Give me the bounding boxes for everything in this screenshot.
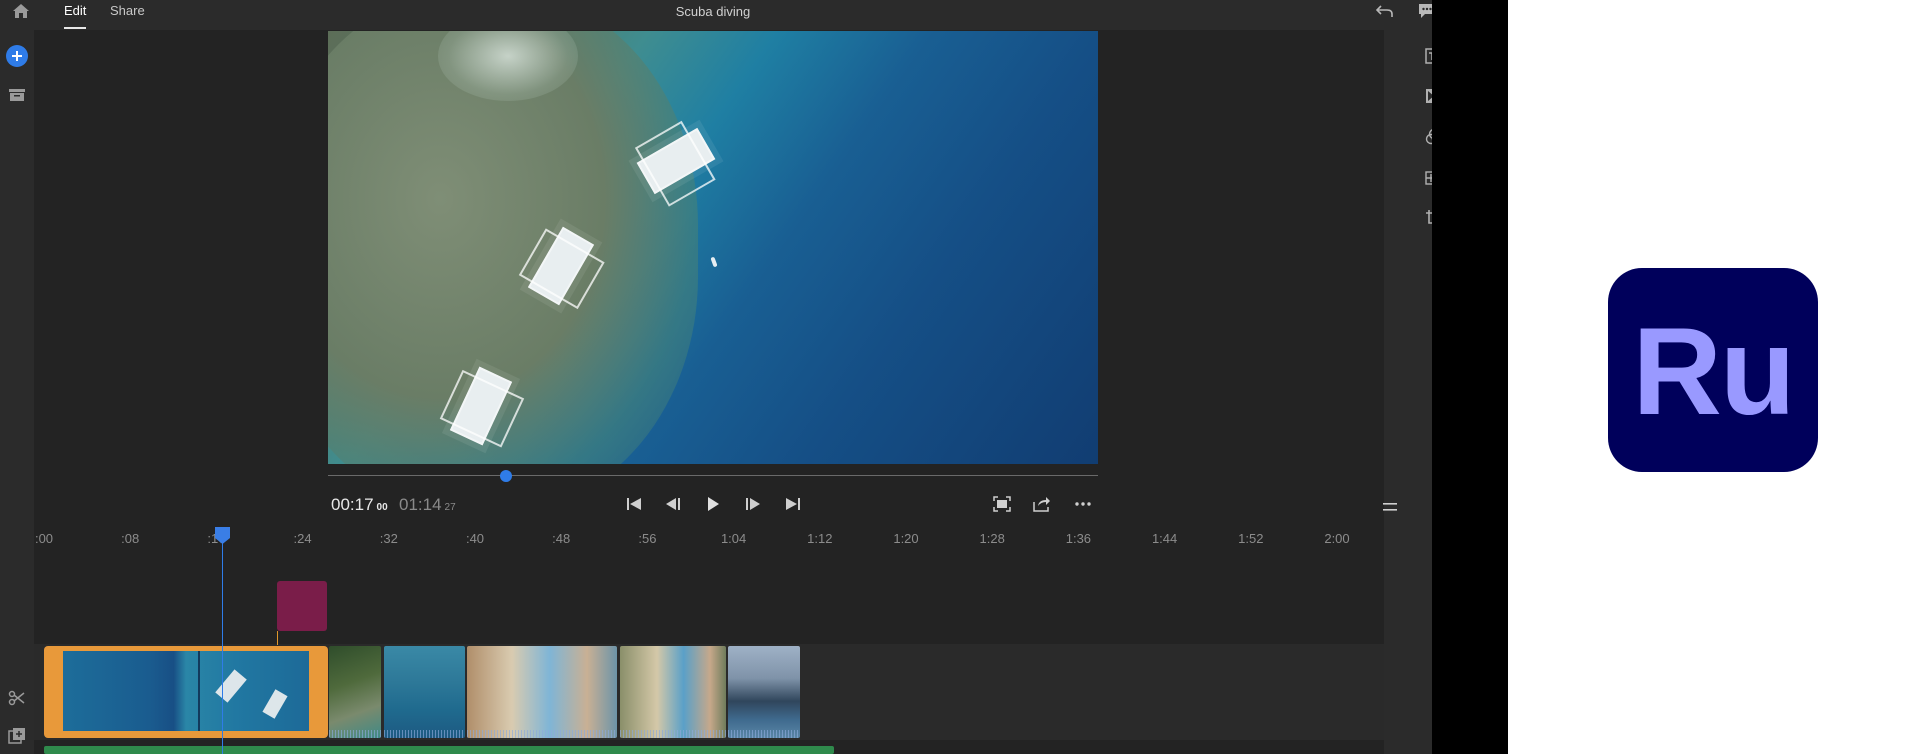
clip-waveform (728, 730, 800, 738)
transitions-icon[interactable] (1422, 86, 1432, 106)
ruler-tick-label: :00 (34, 531, 54, 546)
preview-scrubber-track[interactable] (328, 475, 1098, 476)
left-toolbar (0, 30, 34, 754)
project-title: Scuba diving (675, 4, 751, 19)
fit-to-screen-icon[interactable] (990, 494, 1014, 514)
library-icon[interactable] (7, 86, 27, 104)
app-edge (1432, 0, 1508, 754)
titles-icon[interactable] (1422, 46, 1432, 66)
clip-forest[interactable] (329, 646, 381, 738)
clip-waveform (329, 730, 381, 738)
ruler-tick-label: 1:04 (720, 531, 747, 546)
split-icon[interactable] (6, 688, 28, 708)
current-time-value: 00:17 (331, 495, 374, 514)
ruler-tick-label: :08 (121, 531, 140, 546)
ruler-tick-label: 1:12 (807, 531, 833, 546)
duration-frames: 27 (444, 502, 456, 513)
logo-text: Ru (1632, 303, 1795, 441)
ruler-tick-label: :24 (293, 531, 312, 546)
timeline-menu-icon[interactable] (1379, 502, 1401, 512)
playhead-line (222, 538, 223, 754)
timeline-ruler[interactable]: :00:08:16:24:32:40:48:561:041:121:201:28… (35, 531, 1382, 549)
clip-coast[interactable] (728, 646, 800, 738)
video-preview[interactable] (328, 31, 1098, 464)
step-forward-icon[interactable] (741, 494, 765, 514)
clip-thumbnail (63, 651, 309, 731)
ruler-tick-label: 1:20 (893, 531, 919, 546)
ruler-tick-label: 1:36 (1065, 531, 1092, 546)
title-clip[interactable] (277, 581, 327, 631)
color-icon[interactable] (1422, 127, 1432, 147)
ruler-tick-label: :32 (379, 531, 398, 546)
skip-to-start-icon[interactable] (622, 494, 646, 514)
thumb-boat (262, 689, 288, 719)
app-window: Edit Share Scuba diving 00:17 00 01:14 2… (0, 0, 1432, 754)
total-duration: 01:14 27 (399, 495, 456, 515)
play-icon[interactable] (701, 494, 725, 514)
clip-waveform (384, 730, 465, 738)
ruler-tick-label: 2:00 (1324, 531, 1350, 546)
crop-icon[interactable] (1422, 208, 1432, 228)
clip-waveform (620, 730, 726, 738)
clip-waveform (467, 730, 617, 738)
current-time-frames: 00 (376, 502, 388, 513)
clip-aerial-boats[interactable] (44, 646, 328, 738)
skip-to-end-icon[interactable] (781, 494, 805, 514)
thumb-boat (215, 669, 247, 703)
thumb-divider (198, 651, 200, 731)
app-logo: Ru (1608, 268, 1818, 472)
duplicate-icon[interactable] (6, 726, 28, 746)
title-clip-connector (277, 631, 278, 645)
ruler-tick-label: 1:44 (1151, 531, 1178, 546)
current-time: 00:17 00 (331, 495, 388, 515)
audio-icon[interactable] (1422, 168, 1432, 188)
more-icon[interactable] (1071, 494, 1095, 514)
ruler-tick-label: 1:28 (979, 531, 1005, 546)
ruler-tick-label: 1:52 (1238, 531, 1264, 546)
boat-3 (449, 366, 513, 446)
preview-scrubber-handle[interactable] (500, 470, 512, 482)
add-media-icon[interactable] (6, 45, 28, 67)
top-bar: Edit Share Scuba diving (0, 0, 1432, 30)
audio-track[interactable] (44, 746, 834, 754)
clip-selfie-1[interactable] (467, 646, 617, 738)
diver (710, 256, 718, 268)
feedback-icon[interactable] (1415, 1, 1432, 21)
duration-value: 01:14 (399, 495, 442, 514)
ruler-tick-label: :48 (552, 531, 571, 546)
clip-underwater[interactable] (384, 646, 465, 738)
clip-selfie-2[interactable] (620, 646, 726, 738)
step-back-icon[interactable] (661, 494, 685, 514)
export-icon[interactable] (1030, 494, 1054, 514)
ruler-tick-label: :40 (465, 531, 485, 546)
undo-icon[interactable] (1373, 1, 1397, 21)
ruler-tick-label: :56 (638, 531, 657, 546)
